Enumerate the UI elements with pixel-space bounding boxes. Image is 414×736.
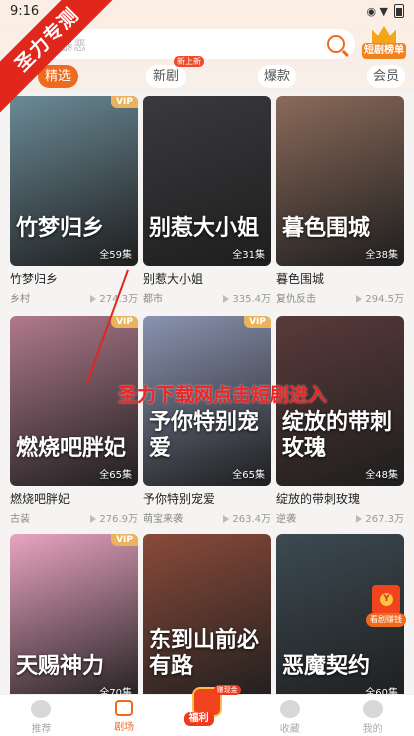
play-icon xyxy=(223,515,230,523)
red-packet-icon xyxy=(372,585,400,615)
search-icon[interactable] xyxy=(327,35,345,53)
play-icon xyxy=(356,295,363,303)
welfare-badge: 赚现金 xyxy=(213,685,241,695)
play-icon xyxy=(90,515,97,523)
reward-float-button[interactable]: 看剧赚钱 xyxy=(366,585,406,629)
drama-tag: 复仇反击 xyxy=(276,294,316,305)
nav-recommend[interactable]: 推荐 xyxy=(0,695,83,736)
tab-vip[interactable]: 会员 xyxy=(367,65,405,88)
play-icon xyxy=(223,295,230,303)
drama-tag: 乡村 xyxy=(10,294,30,305)
category-tabs: 精选 新剧 新上新 爆款 会员 xyxy=(0,56,414,90)
drama-tag: 都市 xyxy=(143,294,163,305)
bottom-nav: 推荐 剧场 福利 赚现金 收藏 我的 xyxy=(0,685,414,736)
nav-label: 推荐 xyxy=(31,724,52,735)
tab-hot[interactable]: 爆款 xyxy=(258,65,296,88)
vip-badge: VIP xyxy=(111,96,138,108)
episode-count: 全48集 xyxy=(365,470,398,481)
poster-title: 天赐神力 xyxy=(16,654,105,679)
vip-badge: VIP xyxy=(111,534,138,546)
star-icon xyxy=(279,700,300,718)
episode-count: 全65集 xyxy=(99,470,132,481)
nav-theater[interactable]: 剧场 xyxy=(83,695,166,736)
view-count: 335.4万 xyxy=(223,290,271,305)
reward-label: 看剧赚钱 xyxy=(366,613,406,627)
ranking-label: 短剧榜单 xyxy=(362,43,406,59)
drama-poster[interactable]: 东到山前必有路 xyxy=(143,534,271,704)
nav-label: 剧场 xyxy=(114,722,135,733)
view-count: 294.5万 xyxy=(356,290,404,305)
play-icon xyxy=(356,515,363,523)
poster-title: 竹梦归乡 xyxy=(16,216,105,241)
drama-title[interactable]: 绽放的带刺玫瑰 xyxy=(276,490,360,507)
nav-label: 收藏 xyxy=(279,724,300,735)
poster-title: 别惹大小姐 xyxy=(149,216,260,241)
vip-badge: VIP xyxy=(244,316,271,328)
crown-icon xyxy=(372,26,396,44)
ranking-button[interactable]: 短剧榜单 xyxy=(362,26,406,62)
drama-title[interactable]: 予你特别宠爱 xyxy=(143,490,215,507)
drama-tag: 萌宝来袭 xyxy=(143,514,183,525)
signal-icon: ◉ ▼ xyxy=(366,4,388,18)
nav-welfare[interactable]: 福利 赚现金 xyxy=(166,685,249,736)
user-icon xyxy=(362,700,383,718)
vip-badge: VIP xyxy=(111,316,138,328)
drama-title[interactable]: 燃烧吧胖妃 xyxy=(10,490,70,507)
view-count: 263.4万 xyxy=(223,510,271,525)
nav-label: 福利 xyxy=(183,712,214,726)
drama-title[interactable]: 暮色围城 xyxy=(276,270,324,287)
status-icons: ◉ ▼ xyxy=(366,4,404,18)
drama-title[interactable]: 竹梦归乡 xyxy=(10,270,58,287)
drama-tag: 逆袭 xyxy=(276,514,296,525)
drama-poster[interactable]: 别惹大小姐 全31集 xyxy=(143,96,271,266)
drama-title[interactable]: 别惹大小姐 xyxy=(143,270,203,287)
episode-count: 全59集 xyxy=(99,250,132,261)
theater-icon xyxy=(115,700,134,716)
poster-title: 暮色围城 xyxy=(282,216,371,241)
tab-new[interactable]: 新剧 新上新 xyxy=(146,56,204,88)
episode-count: 全65集 xyxy=(232,470,265,481)
poster-title: 东到山前必有路 xyxy=(149,628,260,679)
overlay-watermark: 圣力下载网点击短剧进入 xyxy=(118,384,328,406)
view-count: 276.9万 xyxy=(90,510,138,525)
nav-label: 我的 xyxy=(362,724,383,735)
poster-title: 恶魔契约 xyxy=(282,654,371,679)
status-time: 9:16 xyxy=(10,3,40,19)
battery-icon xyxy=(394,4,404,18)
nav-favorites[interactable]: 收藏 xyxy=(248,695,331,736)
poster-title: 绽放的带刺玫瑰 xyxy=(282,410,393,461)
view-count: 267.3万 xyxy=(356,510,404,525)
poster-title: 予你特别宠爱 xyxy=(149,410,260,461)
nav-profile[interactable]: 我的 xyxy=(331,695,414,736)
tab-new-badge: 新上新 xyxy=(174,56,204,67)
poster-title: 燃烧吧胖妃 xyxy=(16,436,127,461)
drama-poster[interactable]: 竹梦归乡 VIP 全59集 xyxy=(10,96,138,266)
play-circle-icon xyxy=(31,700,52,718)
drama-tag: 古装 xyxy=(10,514,30,525)
play-icon xyxy=(90,295,97,303)
tab-new-label: 新剧 xyxy=(152,69,179,84)
episode-count: 全31集 xyxy=(232,250,265,261)
drama-poster[interactable]: 暮色围城 全38集 xyxy=(276,96,404,266)
episode-count: 全38集 xyxy=(365,250,398,261)
drama-poster[interactable]: 天赐神力 VIP 全70集 xyxy=(10,534,138,704)
